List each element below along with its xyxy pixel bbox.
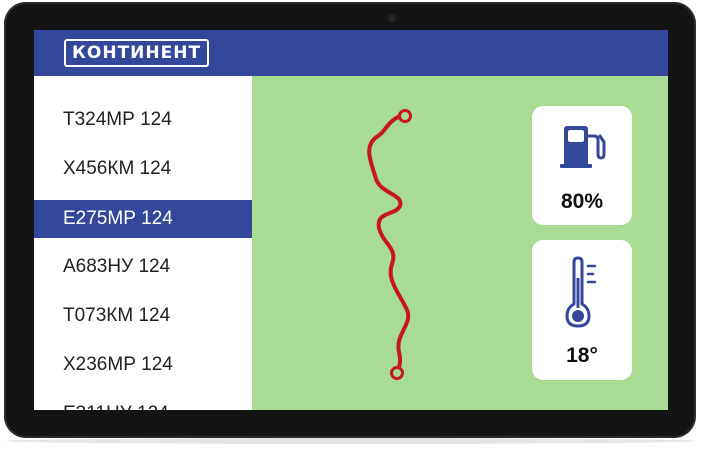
temperature-card: 18° [532,240,632,380]
route-map[interactable]: 80% 18° [252,76,668,410]
vehicle-list-item[interactable]: Т324МР 124 [34,101,252,139]
vehicle-list-item[interactable]: Т073КМ 124 [34,297,252,335]
app-header: КОНТИНЕНТ [34,30,668,76]
route-start-marker [398,109,412,123]
vehicle-list-item[interactable]: А683НУ 124 [34,248,252,286]
brand-logo: КОНТИНЕНТ [64,39,210,67]
vehicle-list-item-selected[interactable]: Е275МР 124 [34,200,252,238]
fuel-level-value: 80% [560,190,604,213]
camera-icon [388,14,396,22]
vehicle-list-item[interactable]: Х456КМ 124 [34,150,252,188]
vehicle-list-item[interactable]: Х236МР 124 [34,346,252,384]
app-screen: КОНТИНЕНТ Т324МР 124 Х456КМ 124 Е275МР 1… [34,30,668,410]
temperature-value: 18° [566,344,598,367]
fuel-card: 80% [532,106,632,225]
route-end-marker [390,366,404,380]
thermometer-icon [532,256,632,337]
fuel-pump-icon [532,124,632,175]
device-shadow [6,438,696,444]
vehicle-list[interactable]: Т324МР 124 Х456КМ 124 Е275МР 124 А683НУ … [34,76,252,410]
vehicle-list-item[interactable]: Е311НУ 124 [34,395,252,410]
